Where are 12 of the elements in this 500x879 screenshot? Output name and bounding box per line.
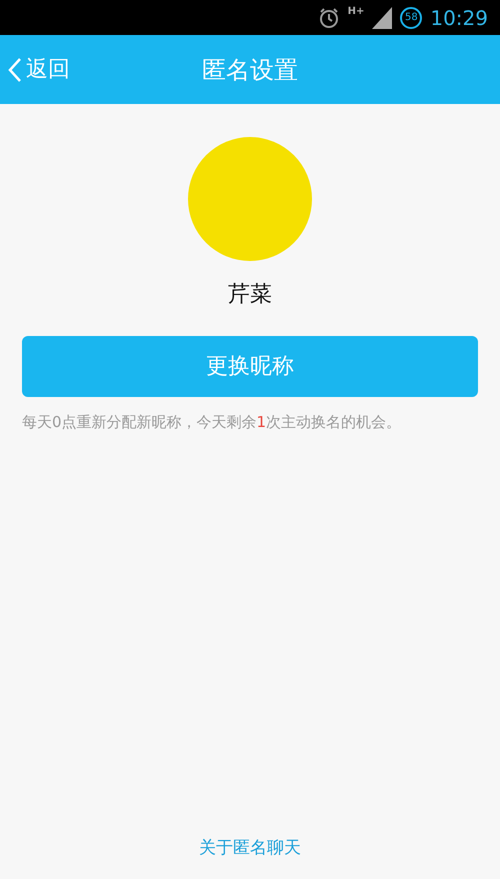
alarm-icon [318, 6, 340, 28]
chevron-left-icon [8, 56, 22, 82]
about-link[interactable]: 关于匿名聊天 [199, 836, 301, 861]
signal-icon [372, 6, 392, 28]
change-nickname-button[interactable]: 更换昵称 [22, 336, 478, 397]
nickname: 芹菜 [228, 281, 272, 309]
notice-text: 每天0点重新分配新昵称，今天剩余1次主动换名的机会。 [22, 412, 402, 433]
clock: 10:29 [430, 4, 488, 32]
back-button[interactable]: 返回 [8, 53, 70, 86]
battery-indicator: 58 [400, 6, 422, 28]
page-title: 匿名设置 [202, 54, 298, 86]
network-label: H+ [348, 5, 364, 19]
